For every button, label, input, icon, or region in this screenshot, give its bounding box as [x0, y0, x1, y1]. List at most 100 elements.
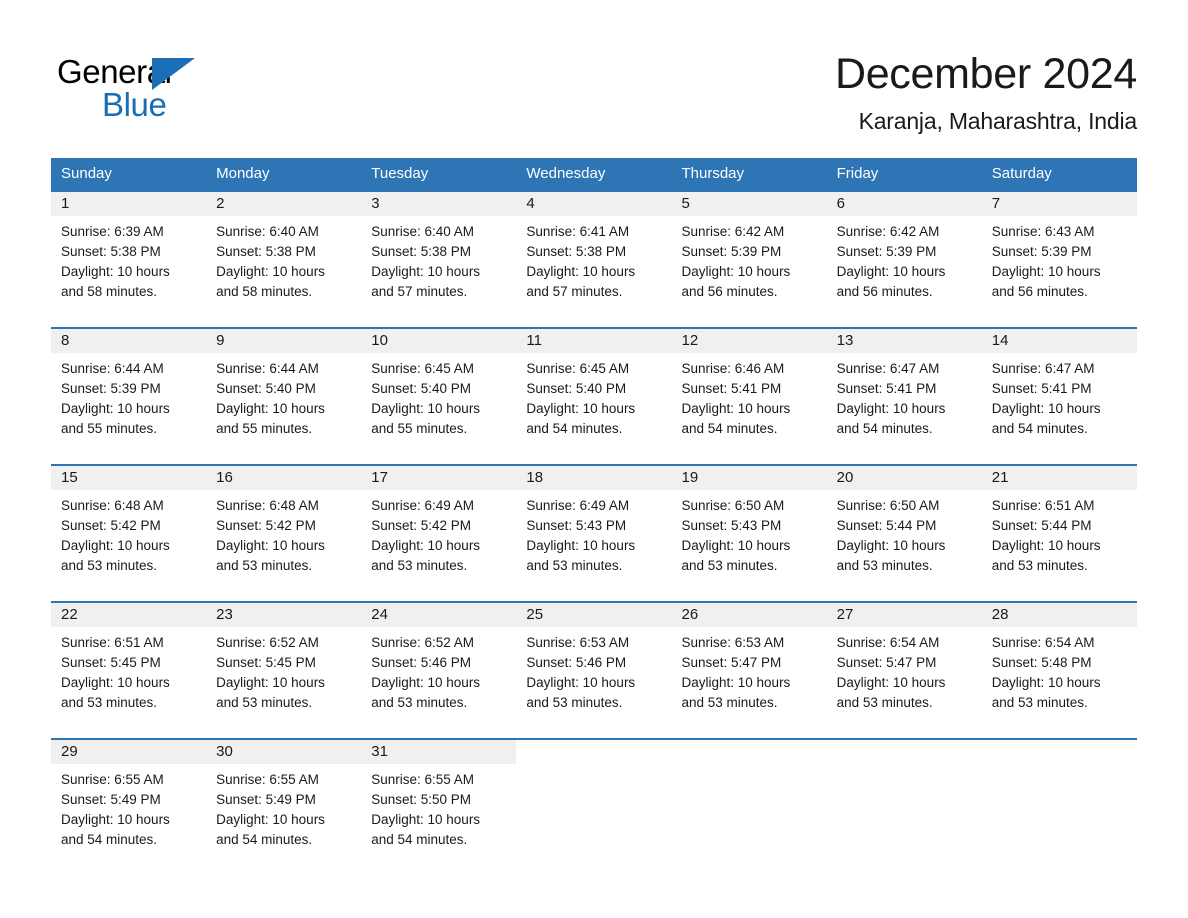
day-cell[interactable]: Sunrise: 6:40 AM Sunset: 5:38 PM Dayligh…	[206, 216, 361, 327]
day-number-empty	[826, 740, 982, 764]
sunrise-text: Sunrise: 6:42 AM	[681, 224, 785, 239]
day-number[interactable]: 31	[361, 740, 517, 764]
day-cell[interactable]: Sunrise: 6:52 AM Sunset: 5:45 PM Dayligh…	[206, 627, 361, 738]
daylight-text-line1: Daylight: 10 hours	[371, 264, 481, 279]
sunset-text: Sunset: 5:47 PM	[836, 655, 937, 670]
day-cell[interactable]: Sunrise: 6:51 AM Sunset: 5:44 PM Dayligh…	[982, 490, 1137, 601]
day-cell[interactable]: Sunrise: 6:44 AM Sunset: 5:40 PM Dayligh…	[206, 353, 361, 464]
sunset-text: Sunset: 5:38 PM	[216, 244, 316, 259]
day-cell[interactable]: Sunrise: 6:40 AM Sunset: 5:38 PM Dayligh…	[361, 216, 516, 327]
day-number[interactable]: 1	[51, 192, 207, 216]
day-cell[interactable]: Sunrise: 6:53 AM Sunset: 5:46 PM Dayligh…	[516, 627, 671, 738]
day-number[interactable]: 7	[981, 192, 1137, 216]
day-number[interactable]: 27	[826, 603, 982, 627]
day-cell[interactable]: Sunrise: 6:54 AM Sunset: 5:48 PM Dayligh…	[982, 627, 1137, 738]
day-cell[interactable]: Sunrise: 6:45 AM Sunset: 5:40 PM Dayligh…	[516, 353, 671, 464]
day-number[interactable]: 12	[671, 329, 827, 353]
day-number[interactable]: 3	[361, 192, 517, 216]
week-info-band: Sunrise: 6:48 AM Sunset: 5:42 PM Dayligh…	[51, 490, 1137, 601]
day-cell[interactable]: Sunrise: 6:52 AM Sunset: 5:46 PM Dayligh…	[361, 627, 516, 738]
day-number[interactable]: 30	[206, 740, 362, 764]
day-number[interactable]: 26	[671, 603, 827, 627]
day-number[interactable]: 11	[516, 329, 672, 353]
day-number[interactable]: 21	[981, 466, 1137, 490]
calendar-week-row: 22 23 24 25 26 27 28 Sunrise: 6:51 AM Su…	[51, 601, 1137, 738]
day-number[interactable]: 2	[206, 192, 362, 216]
daylight-text-line2: and 53 minutes.	[681, 558, 778, 573]
day-number[interactable]: 10	[361, 329, 517, 353]
day-number[interactable]: 4	[516, 192, 672, 216]
day-cell[interactable]: Sunrise: 6:54 AM Sunset: 5:47 PM Dayligh…	[827, 627, 982, 738]
day-number[interactable]: 6	[826, 192, 982, 216]
calendar-table: Sunday Monday Tuesday Wednesday Thursday…	[51, 158, 1137, 875]
sunset-text: Sunset: 5:39 PM	[991, 244, 1092, 259]
day-cell[interactable]: Sunrise: 6:49 AM Sunset: 5:43 PM Dayligh…	[516, 490, 671, 601]
day-number[interactable]: 24	[361, 603, 517, 627]
day-cell[interactable]: Sunrise: 6:55 AM Sunset: 5:49 PM Dayligh…	[206, 764, 361, 875]
day-number[interactable]: 29	[51, 740, 207, 764]
day-number-empty	[516, 740, 672, 764]
day-cell[interactable]: Sunrise: 6:44 AM Sunset: 5:39 PM Dayligh…	[51, 353, 206, 464]
day-number[interactable]: 9	[206, 329, 362, 353]
day-cell[interactable]: Sunrise: 6:49 AM Sunset: 5:42 PM Dayligh…	[361, 490, 516, 601]
day-number[interactable]: 15	[51, 466, 207, 490]
sunset-text: Sunset: 5:40 PM	[216, 381, 316, 396]
day-number[interactable]: 5	[671, 192, 827, 216]
daylight-text-line2: and 54 minutes.	[216, 832, 313, 847]
day-cell[interactable]: Sunrise: 6:42 AM Sunset: 5:39 PM Dayligh…	[827, 216, 982, 327]
day-cell[interactable]: Sunrise: 6:55 AM Sunset: 5:50 PM Dayligh…	[361, 764, 516, 875]
day-cell[interactable]: Sunrise: 6:41 AM Sunset: 5:38 PM Dayligh…	[516, 216, 671, 327]
day-number-empty	[981, 740, 1137, 764]
day-cell[interactable]: Sunrise: 6:50 AM Sunset: 5:43 PM Dayligh…	[672, 490, 827, 601]
day-header-saturday: Saturday	[991, 165, 1052, 182]
day-cell-empty	[672, 764, 827, 875]
sunset-text: Sunset: 5:42 PM	[61, 518, 161, 533]
day-number[interactable]: 23	[206, 603, 362, 627]
daylight-text-line2: and 53 minutes.	[526, 558, 623, 573]
daylight-text-line1: Daylight: 10 hours	[371, 538, 481, 553]
day-number[interactable]: 16	[206, 466, 362, 490]
day-cell[interactable]: Sunrise: 6:39 AM Sunset: 5:38 PM Dayligh…	[51, 216, 206, 327]
day-cell[interactable]: Sunrise: 6:45 AM Sunset: 5:40 PM Dayligh…	[361, 353, 516, 464]
day-cell[interactable]: Sunrise: 6:48 AM Sunset: 5:42 PM Dayligh…	[206, 490, 361, 601]
day-cell[interactable]: Sunrise: 6:53 AM Sunset: 5:47 PM Dayligh…	[672, 627, 827, 738]
daylight-text-line1: Daylight: 10 hours	[681, 675, 791, 690]
day-cell[interactable]: Sunrise: 6:47 AM Sunset: 5:41 PM Dayligh…	[982, 353, 1137, 464]
daylight-text-line2: and 53 minutes.	[526, 695, 623, 710]
day-number[interactable]: 8	[51, 329, 207, 353]
day-number[interactable]: 19	[671, 466, 827, 490]
sunset-text: Sunset: 5:40 PM	[526, 381, 627, 396]
day-number[interactable]: 17	[361, 466, 517, 490]
day-cell[interactable]: Sunrise: 6:48 AM Sunset: 5:42 PM Dayligh…	[51, 490, 206, 601]
day-number[interactable]: 14	[981, 329, 1137, 353]
daylight-text-line1: Daylight: 10 hours	[836, 538, 946, 553]
sunrise-text: Sunrise: 6:51 AM	[991, 498, 1095, 513]
daylight-text-line1: Daylight: 10 hours	[216, 538, 325, 553]
sunset-text: Sunset: 5:42 PM	[371, 518, 472, 533]
day-number[interactable]: 18	[516, 466, 672, 490]
daylight-text-line2: and 53 minutes.	[216, 558, 313, 573]
day-cell[interactable]: Sunrise: 6:46 AM Sunset: 5:41 PM Dayligh…	[672, 353, 827, 464]
day-number[interactable]: 13	[826, 329, 982, 353]
daylight-text-line1: Daylight: 10 hours	[991, 675, 1101, 690]
day-cell-empty	[516, 764, 671, 875]
sunset-text: Sunset: 5:41 PM	[836, 381, 937, 396]
day-cell[interactable]: Sunrise: 6:50 AM Sunset: 5:44 PM Dayligh…	[827, 490, 982, 601]
day-number[interactable]: 22	[51, 603, 207, 627]
daylight-text-line1: Daylight: 10 hours	[61, 264, 170, 279]
day-cell[interactable]: Sunrise: 6:47 AM Sunset: 5:41 PM Dayligh…	[827, 353, 982, 464]
day-cell[interactable]: Sunrise: 6:43 AM Sunset: 5:39 PM Dayligh…	[982, 216, 1137, 327]
week-info-band: Sunrise: 6:55 AM Sunset: 5:49 PM Dayligh…	[51, 764, 1137, 875]
day-number[interactable]: 20	[826, 466, 982, 490]
day-number[interactable]: 25	[516, 603, 672, 627]
sunset-text: Sunset: 5:43 PM	[526, 518, 627, 533]
daylight-text-line2: and 53 minutes.	[836, 695, 933, 710]
sunrise-text: Sunrise: 6:53 AM	[526, 635, 630, 650]
day-cell[interactable]: Sunrise: 6:55 AM Sunset: 5:49 PM Dayligh…	[51, 764, 206, 875]
day-number[interactable]: 28	[981, 603, 1137, 627]
daylight-text-line1: Daylight: 10 hours	[991, 264, 1101, 279]
daylight-text-line2: and 53 minutes.	[371, 695, 468, 710]
day-cell[interactable]: Sunrise: 6:42 AM Sunset: 5:39 PM Dayligh…	[672, 216, 827, 327]
brand-logo[interactable]: General Blue	[57, 54, 257, 126]
day-cell[interactable]: Sunrise: 6:51 AM Sunset: 5:45 PM Dayligh…	[51, 627, 206, 738]
